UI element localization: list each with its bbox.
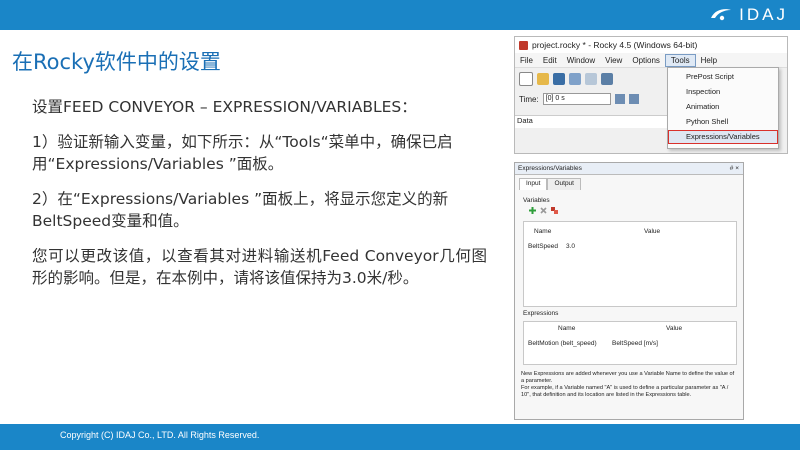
- header-bar: IDAJ: [0, 0, 800, 30]
- open-folder-icon[interactable]: [537, 73, 549, 85]
- import-icon[interactable]: [551, 207, 558, 214]
- menu-help[interactable]: Help: [696, 55, 722, 66]
- save-icon[interactable]: [553, 73, 565, 85]
- menu-file[interactable]: File: [515, 55, 538, 66]
- menu-window[interactable]: Window: [562, 55, 600, 66]
- note-line-1: New Expressions are added whenever you u…: [521, 371, 735, 384]
- menu-view[interactable]: View: [600, 55, 627, 66]
- paragraph-1: 1）验证新输入变量，如下所示：从“Tools“菜单中，确保已启用“Express…: [32, 133, 453, 173]
- copyright-text: Copyright (C) IDAJ Co., LTD. All Rights …: [60, 430, 260, 440]
- var-cell-name[interactable]: BeltSpeed: [528, 243, 558, 250]
- expressions-label: Expressions: [523, 310, 559, 317]
- undo-icon[interactable]: [569, 73, 581, 85]
- expressions-table: Name Value BeltMotion (belt_speed) BeltS…: [523, 321, 737, 365]
- rocky-window-screenshot: project.rocky * - Rocky 4.5 (Windows 64-…: [514, 36, 788, 154]
- paragraph-3: 您可以更改该值，以查看其对进料输送机Feed Conveyor几何图形的影响。但…: [32, 247, 487, 287]
- redo-icon[interactable]: [585, 73, 597, 85]
- expressions-variables-panel: Expressions/Variables # × Input Output V…: [514, 162, 744, 420]
- new-file-icon[interactable]: [519, 72, 533, 86]
- panel-tabs: Input Output: [515, 178, 743, 190]
- logo-text: IDAJ: [739, 5, 788, 24]
- tools-item-inspection[interactable]: Inspection: [686, 87, 720, 96]
- body-text: 设置FEED CONVEYOR – EXPRESSION/VARIABLES： …: [32, 96, 487, 302]
- tools-item-python-shell[interactable]: Python Shell: [686, 117, 728, 126]
- note-line-2: For example, if a Variable named "A" is …: [521, 385, 729, 398]
- view-icon[interactable]: [601, 73, 613, 85]
- rocky-app-icon: [519, 40, 528, 50]
- swoosh-icon: [711, 9, 732, 21]
- var-cell-value[interactable]: 3.0: [566, 243, 575, 250]
- tools-item-animation[interactable]: Animation: [686, 102, 719, 111]
- time-select[interactable]: [0] 0 s: [542, 93, 611, 105]
- window-title: project.rocky * - Rocky 4.5 (Windows 64-…: [532, 40, 698, 50]
- panel-note: New Expressions are added whenever you u…: [521, 371, 735, 399]
- tab-input[interactable]: Input: [519, 178, 548, 190]
- paragraph-2: 2）在“Expressions/Variables ”面板上，将显示您定义的新B…: [32, 190, 449, 230]
- panel-titlebar: Expressions/Variables # ×: [515, 163, 743, 175]
- var-header-value: Value: [644, 228, 661, 235]
- add-icon[interactable]: [529, 207, 536, 214]
- menu-tools[interactable]: Tools: [664, 53, 696, 67]
- variables-toolbar: [529, 207, 558, 214]
- panel-title: Expressions/Variables: [518, 165, 582, 172]
- tools-item-prepost-script[interactable]: PrePost Script: [686, 72, 734, 81]
- slide-title: 在Rocky软件中的设置: [12, 50, 221, 74]
- remove-icon[interactable]: [540, 207, 547, 214]
- window-titlebar: project.rocky * - Rocky 4.5 (Windows 64-…: [515, 37, 787, 53]
- expr-cell-value[interactable]: BeltSpeed [m/s]: [612, 340, 658, 347]
- time-label: Time:: [519, 94, 539, 104]
- data-panel-label: Data: [515, 115, 667, 128]
- expr-header-value: Value: [666, 325, 683, 332]
- panel-controls[interactable]: # ×: [730, 163, 739, 174]
- menu-edit[interactable]: Edit: [538, 55, 562, 66]
- first-frame-icon[interactable]: [614, 94, 625, 104]
- expr-cell-name[interactable]: BeltMotion (belt_speed): [528, 340, 597, 347]
- variables-label: Variables: [523, 197, 550, 204]
- footer-bar: Copyright (C) IDAJ Co., LTD. All Rights …: [0, 424, 800, 450]
- heading-text: 设置FEED CONVEYOR – EXPRESSION/VARIABLES：: [32, 98, 417, 116]
- menu-options[interactable]: Options: [627, 55, 665, 66]
- var-header-name: Name: [534, 228, 552, 235]
- idaj-logo: IDAJ: [709, 4, 788, 26]
- prev-frame-icon[interactable]: [628, 94, 639, 104]
- tab-output[interactable]: Output: [547, 178, 581, 190]
- tools-item-expressions-variables[interactable]: Expressions/Variables: [686, 132, 760, 141]
- menu-bar: File Edit Window View Options Tools Help: [515, 53, 787, 68]
- expr-header-name: Name: [558, 325, 576, 332]
- tools-dropdown-menu: PrePost Script Inspection Animation Pyth…: [667, 67, 779, 149]
- variables-table: Name Value BeltSpeed 3.0: [523, 221, 737, 307]
